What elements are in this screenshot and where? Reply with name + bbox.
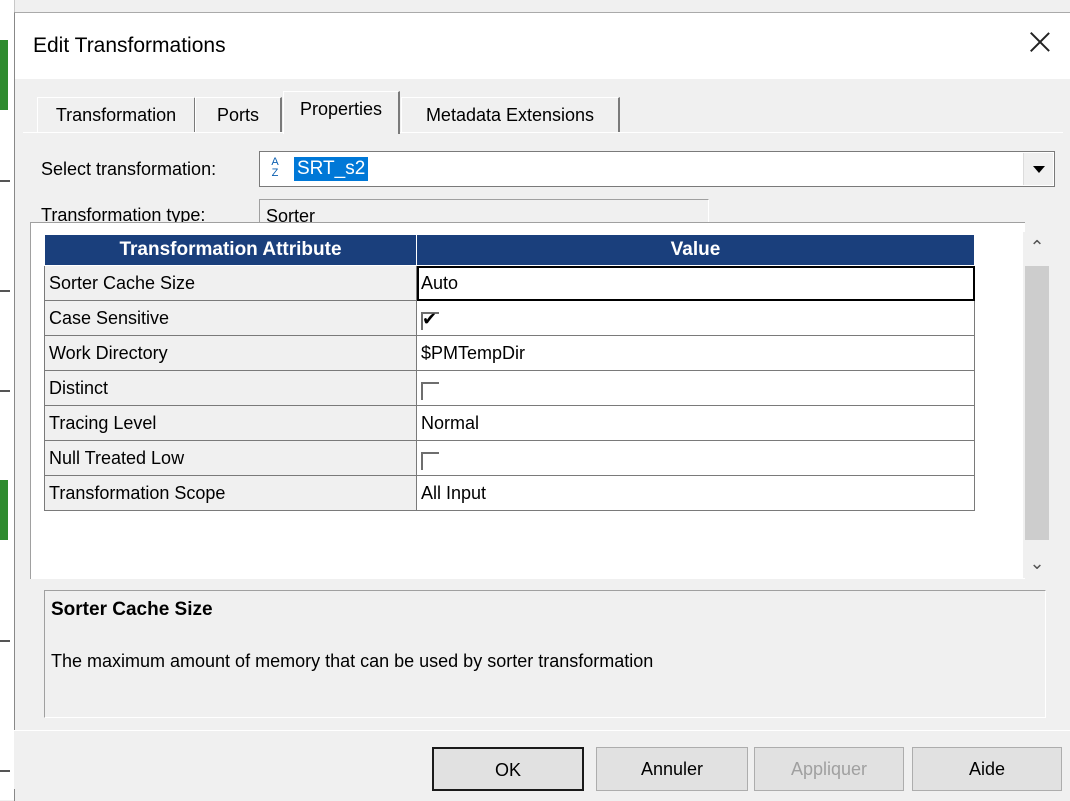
ok-button[interactable]: OK [432, 747, 584, 791]
apply-button[interactable]: Appliquer [754, 747, 904, 791]
value-cell-sorter-cache-size[interactable]: Auto [416, 265, 975, 301]
background-tick [0, 290, 10, 292]
background-tick [0, 180, 10, 182]
select-transformation-dropdown[interactable]: AZ SRT_s2 [259, 151, 1055, 187]
background-green-marker [0, 40, 8, 110]
distinct-checkbox[interactable] [421, 382, 439, 400]
title-bar: Edit Transformations [15, 13, 1070, 79]
attribute-cell: Null Treated Low [44, 440, 417, 476]
table-row[interactable]: Transformation Scope All Input [44, 475, 975, 511]
help-button[interactable]: Aide [912, 747, 1062, 791]
attribute-description-panel: Sorter Cache Size The maximum amount of … [44, 590, 1046, 718]
column-header-value[interactable]: Value [416, 234, 975, 266]
attribute-cell: Tracing Level [44, 405, 417, 441]
tab-metadata-extensions[interactable]: Metadata Extensions [401, 97, 620, 132]
grid-vertical-scrollbar[interactable]: ⌃ ⌄ [1023, 232, 1051, 578]
scrollbar-thumb[interactable] [1025, 266, 1049, 540]
background-tick [0, 390, 10, 392]
background-window-edge [0, 0, 15, 800]
selected-transformation-value: SRT_s2 [294, 157, 369, 181]
description-title: Sorter Cache Size [51, 599, 213, 620]
sort-az-icon: AZ [271, 156, 279, 179]
chevron-down-icon[interactable] [1023, 153, 1053, 185]
close-icon[interactable] [1025, 27, 1055, 57]
tab-properties[interactable]: Properties [283, 91, 400, 134]
value-cell-transformation-scope[interactable]: All Input [416, 475, 975, 511]
dialog-title: Edit Transformations [33, 34, 226, 57]
select-transformation-label: Select transformation: [41, 159, 217, 179]
value-cell-work-directory[interactable]: $PMTempDir [416, 335, 975, 371]
description-text: The maximum amount of memory that can be… [51, 651, 654, 671]
tab-transformation[interactable]: Transformation [37, 97, 196, 132]
value-cell-tracing-level[interactable]: Normal [416, 405, 975, 441]
attribute-cell: Sorter Cache Size [44, 265, 417, 301]
tab-panel-border [23, 132, 1063, 133]
background-tick [0, 640, 10, 642]
properties-grid: Transformation Attribute Value Sorter Ca… [44, 234, 975, 511]
background-tick [0, 770, 10, 772]
column-header-attribute[interactable]: Transformation Attribute [44, 234, 417, 266]
scroll-down-icon[interactable]: ⌄ [1023, 548, 1051, 578]
cancel-button[interactable]: Annuler [596, 747, 748, 791]
table-row[interactable]: Null Treated Low [44, 440, 975, 476]
table-row[interactable]: Case Sensitive [44, 300, 975, 336]
case-sensitive-checkbox[interactable] [421, 309, 439, 330]
background-green-marker [0, 480, 8, 540]
tab-ports[interactable]: Ports [195, 97, 282, 132]
attribute-cell: Work Directory [44, 335, 417, 371]
value-cell-case-sensitive [416, 300, 975, 336]
value-cell-distinct [416, 370, 975, 406]
table-row[interactable]: Distinct [44, 370, 975, 406]
attribute-cell: Transformation Scope [44, 475, 417, 511]
attribute-cell: Case Sensitive [44, 300, 417, 336]
null-treated-low-checkbox[interactable] [421, 452, 439, 470]
value-cell-null-treated-low [416, 440, 975, 476]
scroll-up-icon[interactable]: ⌃ [1023, 232, 1051, 262]
table-row[interactable]: Sorter Cache Size Auto [44, 265, 975, 301]
attribute-cell: Distinct [44, 370, 417, 406]
table-row[interactable]: Work Directory $PMTempDir [44, 335, 975, 371]
table-row[interactable]: Tracing Level Normal [44, 405, 975, 441]
